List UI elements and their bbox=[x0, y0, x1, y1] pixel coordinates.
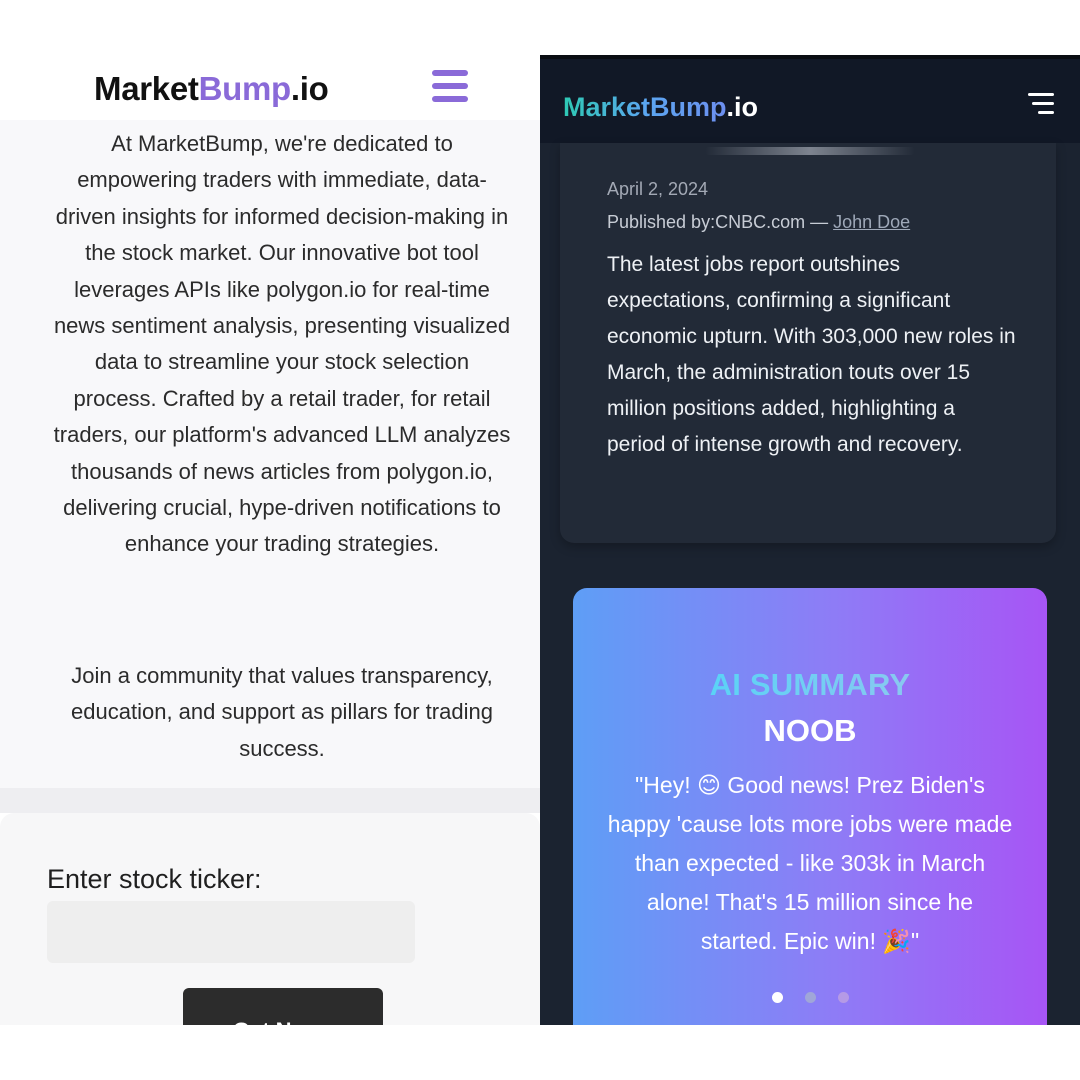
pagination-dot-1[interactable] bbox=[772, 992, 783, 1003]
pagination-dot-2[interactable] bbox=[805, 992, 816, 1003]
section-divider bbox=[0, 788, 540, 813]
ticker-input[interactable] bbox=[47, 901, 415, 963]
community-text: Join a community that values transparenc… bbox=[71, 663, 493, 761]
about-text: At MarketBump, we're dedicated to empowe… bbox=[53, 131, 511, 557]
ticker-label: Enter stock ticker: bbox=[47, 864, 262, 894]
summary-level-label: NOOB bbox=[763, 713, 857, 748]
left-screen: MarketBump.io At MarketBump, we're dedic… bbox=[0, 0, 540, 1080]
marketbump-logo[interactable]: MarketBump.io bbox=[94, 70, 329, 108]
bottom-edge bbox=[0, 1025, 540, 1080]
ai-summary-title: AI SUMMARY bbox=[540, 667, 1080, 703]
logo-io-text: .io bbox=[290, 70, 329, 107]
author-link[interactable]: John Doe bbox=[833, 212, 910, 232]
ai-summary-title-text: AI SUMMARY bbox=[709, 667, 911, 702]
card-glow-decoration bbox=[705, 147, 915, 155]
marketbump-logo-dark[interactable]: MarketBump.io bbox=[563, 92, 758, 123]
summary-quote: "Hey! 😊 Good news! Prez Biden's happy 'c… bbox=[607, 772, 1013, 954]
logo-suffix-text: .io bbox=[726, 92, 759, 122]
hamburger-menu-icon[interactable] bbox=[1028, 93, 1054, 115]
logo-market-text: Market bbox=[94, 70, 199, 107]
logo-bump-text: Bump bbox=[198, 70, 292, 107]
article-date: April 2, 2024 bbox=[607, 179, 709, 199]
right-screen: MarketBump.io April 2, 2024 Published by… bbox=[540, 55, 1080, 1025]
article-byline: Published by:CNBC.com — John Doe bbox=[607, 212, 910, 233]
carousel-pagination bbox=[540, 992, 1080, 1006]
dark-header: MarketBump.io bbox=[540, 59, 1080, 143]
pagination-dot-3[interactable] bbox=[838, 992, 849, 1003]
published-by-text: Published by:CNBC.com — bbox=[607, 212, 834, 232]
logo-brand-text: MarketBump bbox=[563, 92, 727, 122]
hamburger-menu-icon[interactable] bbox=[432, 70, 468, 102]
article-body: The latest jobs report outshines expecta… bbox=[607, 253, 1016, 456]
